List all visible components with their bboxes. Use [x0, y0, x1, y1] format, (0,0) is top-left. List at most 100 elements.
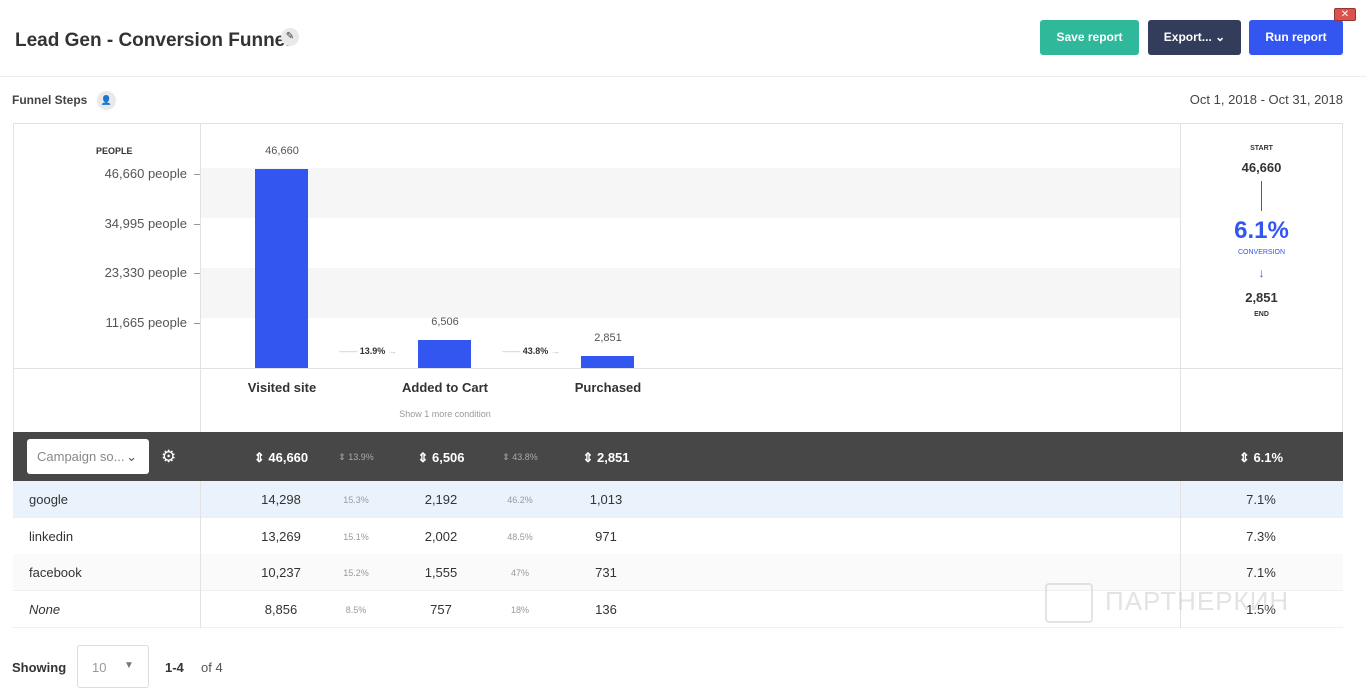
step-conversion-value: 43.8%	[522, 346, 549, 356]
step-label: Added to Cart	[402, 380, 488, 395]
y-tick-label: 46,660 people	[104, 166, 187, 181]
row-count: 13,269	[261, 528, 301, 544]
divider	[0, 76, 1366, 77]
save-report-button[interactable]: Save report	[1040, 20, 1139, 55]
page-total: of 4	[201, 660, 223, 675]
grid-band	[200, 168, 1180, 218]
show-more-condition-link[interactable]: Show 1 more condition	[200, 409, 690, 419]
row-step-percent: 8.5%	[345, 604, 367, 615]
row-conversion: 7.1%	[1246, 565, 1276, 580]
conversion-label: CONVERSION	[1237, 249, 1286, 256]
column-total: 6.1%	[1253, 450, 1284, 465]
y-tick	[194, 323, 200, 324]
sort-icon: ⇕	[253, 450, 265, 465]
column-total: 43.8%	[512, 452, 538, 462]
y-tick	[194, 273, 200, 274]
divider	[1180, 481, 1181, 518]
row-count: 2,192	[424, 492, 458, 507]
run-report-button[interactable]: Run report	[1249, 20, 1343, 55]
row-step-percent: 46.2%	[507, 495, 533, 505]
y-tick-label: 11,665 people	[105, 315, 187, 330]
export-button[interactable]: Export... ⌄	[1148, 20, 1241, 55]
page-title: Lead Gen - Conversion Funnel	[15, 30, 291, 51]
table-row[interactable]: linkedin 13,269 15.1% 2,002 48.5% 971 7.3%	[13, 517, 1343, 555]
table-header	[13, 432, 1343, 481]
row-step-percent: 48.5%	[507, 531, 533, 542]
arrow-down-icon: ↓	[1258, 266, 1265, 280]
row-count: 10,237	[261, 565, 301, 580]
row-count: 757	[430, 601, 452, 617]
chevron-down-icon: ⌄	[126, 449, 137, 464]
column-total: 46,660	[268, 450, 309, 465]
sort-column-header[interactable]: ⇕ 6.1%	[1221, 450, 1301, 466]
row-count: 1,555	[424, 565, 458, 580]
export-label: Export...	[1163, 30, 1212, 44]
step-label: Visited site	[247, 380, 317, 395]
column-total: 6,506	[431, 450, 465, 465]
per-page-select[interactable]: 10 ▼	[77, 645, 149, 688]
watermark-text: ПАРТНЕРКИН	[1105, 585, 1290, 616]
row-name: facebook	[29, 565, 82, 580]
row-count: 971	[595, 528, 617, 544]
gear-icon[interactable]: ⚙	[161, 447, 176, 467]
y-tick	[194, 224, 200, 225]
divider	[200, 554, 201, 591]
start-label: START	[1250, 145, 1273, 152]
start-value: 46,660	[1241, 160, 1282, 175]
user-icon[interactable]: 👤	[97, 91, 116, 110]
grid-band	[200, 268, 1180, 318]
connector	[1261, 181, 1262, 211]
y-axis-label: PEOPLE	[96, 146, 133, 156]
group-by-select[interactable]: Campaign so... ⌄	[27, 439, 149, 474]
group-by-value: Campaign so...	[37, 449, 125, 464]
y-tick-label: 23,330 people	[104, 265, 187, 280]
conversion-summary: START 46,660 6.1% CONVERSION ↓ 2,851 END	[1180, 145, 1343, 318]
step-label: Purchased	[574, 380, 642, 395]
row-count: 731	[595, 565, 617, 580]
sort-column-header[interactable]: ⇕ 46,660	[241, 450, 321, 466]
date-range[interactable]: Oct 1, 2018 - Oct 31, 2018	[1190, 92, 1343, 107]
sort-column-header[interactable]: ⇕ 2,851	[566, 450, 646, 466]
edit-title-icon[interactable]: ✎	[281, 28, 299, 46]
funnel-steps-label: Funnel Steps	[12, 93, 88, 107]
row-step-percent: 18%	[510, 604, 529, 615]
caret-down-icon: ▼	[124, 660, 134, 671]
row-name: None	[29, 601, 61, 617]
y-tick	[194, 174, 200, 175]
row-count: 1,013	[589, 492, 623, 507]
funnel-bar[interactable]	[581, 355, 634, 368]
table-row[interactable]: google 14,298 15.3% 2,192 46.2% 1,013 7.1%	[13, 481, 1343, 518]
row-step-percent: 47%	[510, 568, 529, 578]
funnel-bar[interactable]	[418, 340, 471, 368]
page-range: 1-4	[165, 660, 184, 675]
row-count: 136	[595, 601, 617, 617]
row-count: 8,856	[264, 601, 298, 617]
showing-label: Showing	[12, 660, 67, 675]
sort-column-header[interactable]: ⇕ 6,506	[401, 450, 481, 466]
column-total: 13.9%	[348, 452, 374, 462]
row-step-percent: 15.1%	[343, 531, 369, 542]
row-name: linkedin	[29, 528, 74, 544]
divider	[200, 517, 201, 555]
divider	[1180, 517, 1181, 555]
divider	[13, 368, 1343, 369]
sort-column-header[interactable]: ⇕ 13.9%	[326, 452, 386, 463]
bar-value-label: 46,660	[265, 145, 299, 157]
funnel-bar[interactable]	[255, 169, 308, 368]
bar-value-label: 6,506	[431, 316, 459, 329]
column-total: 2,851	[596, 450, 630, 465]
row-conversion: 7.3%	[1246, 528, 1276, 544]
conversion-rate: 6.1%	[1234, 217, 1289, 244]
close-window-icon[interactable]: ✕	[1334, 8, 1356, 21]
step-conversion-arrow: —— 43.8% →	[502, 346, 560, 356]
watermark: ПАРТНЕРКИН	[1045, 583, 1289, 623]
sort-column-header[interactable]: ⇕ 43.8%	[490, 452, 550, 463]
end-value: 2,851	[1245, 290, 1278, 305]
per-page-value: 10	[92, 660, 107, 675]
row-conversion: 7.1%	[1246, 492, 1276, 507]
divider	[200, 590, 201, 628]
y-tick-label: 34,995 people	[104, 216, 187, 231]
sort-icon: ⇕	[582, 450, 594, 465]
row-step-percent: 15.3%	[343, 495, 369, 505]
sort-icon: ⇕	[338, 452, 346, 462]
